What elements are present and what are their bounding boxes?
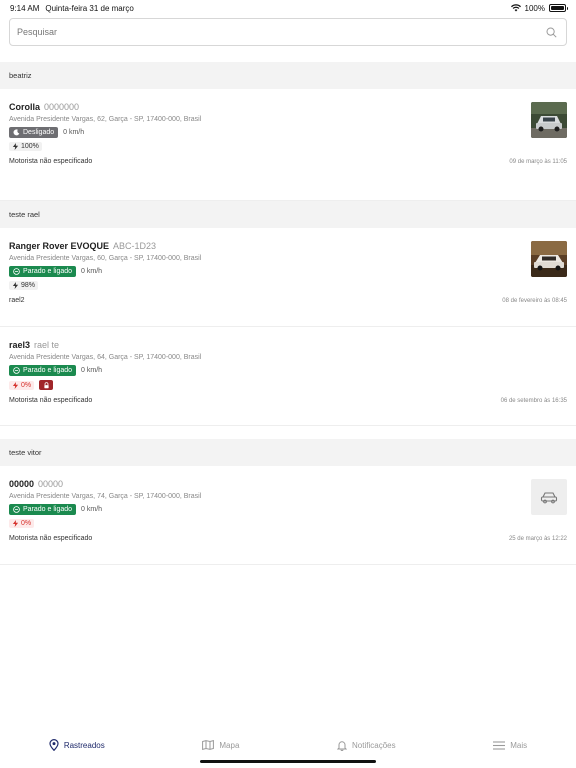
battery-level: 98% xyxy=(9,281,39,290)
vehicle-photo xyxy=(531,102,567,138)
moon-icon xyxy=(13,129,20,136)
car-icon xyxy=(540,492,558,504)
vehicle-name: Ranger Rover EVOQUE xyxy=(9,241,110,251)
tab-label: Notificações xyxy=(352,740,396,750)
status-label: Desligado xyxy=(23,129,55,136)
menu-icon xyxy=(493,740,506,750)
status-label: Parado e ligado xyxy=(23,506,73,513)
wifi-icon xyxy=(510,4,521,12)
vehicle-card[interactable]: 00000 00000 Avenida Presidente Vargas, 7… xyxy=(0,466,576,565)
vehicle-plate: ABC-1D23 xyxy=(113,241,157,251)
vehicle-address: Avenida Presidente Vargas, 64, Garça - S… xyxy=(9,354,202,361)
search-bar[interactable] xyxy=(9,18,567,46)
vehicle-plate: 00000 xyxy=(38,479,64,489)
stop-circle-icon xyxy=(13,506,20,513)
search-icon[interactable] xyxy=(546,27,557,38)
tab-label: Mais xyxy=(510,740,528,750)
group-name: beatriz xyxy=(9,71,32,80)
vehicle-card[interactable]: rael3 rael te Avenida Presidente Vargas,… xyxy=(0,327,576,426)
tab-label: Rastreados xyxy=(63,740,105,750)
home-indicator[interactable] xyxy=(200,760,376,763)
vehicle-name: Corolla xyxy=(9,102,41,112)
status-date: Quinta-feira 31 de março xyxy=(45,3,134,13)
battery-icon xyxy=(549,4,568,12)
group-header: teste vitor xyxy=(0,439,576,466)
battery-percentage: 100% xyxy=(524,3,545,13)
driver-name: rael2 xyxy=(9,297,25,304)
vehicle-name: 00000 xyxy=(9,479,35,489)
group-header: beatriz xyxy=(0,62,576,89)
battery-level: 0% xyxy=(9,380,35,390)
battery-level: 100% xyxy=(9,142,42,151)
tab-label: Mapa xyxy=(219,740,240,750)
status-label: Parado e ligado xyxy=(23,268,73,275)
status-label: Parado e ligado xyxy=(23,367,73,374)
vehicle-name: rael3 xyxy=(9,340,31,350)
status-badge: Parado e ligado xyxy=(9,365,77,376)
battery-value: 98% xyxy=(21,282,36,289)
last-update-time: 09 de março às 11:05 xyxy=(509,158,567,165)
map-icon xyxy=(202,740,215,750)
driver-name: Motorista não especificado xyxy=(9,397,93,404)
vehicle-photo-placeholder xyxy=(531,479,567,515)
vehicle-plate: rael te xyxy=(34,340,60,350)
tab-mais[interactable]: Mais xyxy=(493,741,527,750)
vehicle-address: Avenida Presidente Vargas, 74, Garça - S… xyxy=(9,493,202,500)
status-badge: Desligado xyxy=(9,127,59,138)
vehicle-plate: 0000000 xyxy=(44,102,80,112)
last-update-time: 25 de março às 12:22 xyxy=(508,535,567,542)
tab-notificacoes[interactable]: Notificações xyxy=(337,740,396,751)
vehicle-speed: 0 km/h xyxy=(81,506,103,513)
search-input[interactable] xyxy=(17,27,546,37)
lightning-icon xyxy=(12,381,19,389)
bell-icon xyxy=(337,740,348,751)
lightning-icon xyxy=(12,282,19,289)
battery-level: 0% xyxy=(9,519,35,528)
battery-value: 0% xyxy=(21,381,32,389)
status-badge: Parado e ligado xyxy=(9,266,77,277)
lightning-icon xyxy=(12,143,19,150)
tab-rastreados[interactable]: Rastreados xyxy=(49,739,105,751)
status-time: 9:14 AM xyxy=(10,3,40,13)
status-bar: 9:14 AM Quinta-feira 31 de março 100% xyxy=(0,0,576,16)
vehicle-card[interactable]: Corolla 0000000 Avenida Presidente Varga… xyxy=(0,89,576,201)
tab-mapa[interactable]: Mapa xyxy=(202,740,239,750)
lightning-icon xyxy=(12,520,19,527)
vehicle-speed: 0 km/h xyxy=(81,367,103,374)
group-name: teste rael xyxy=(9,210,40,219)
lock-icon xyxy=(39,380,54,390)
vehicle-address: Avenida Presidente Vargas, 60, Garça - S… xyxy=(9,255,202,262)
stop-circle-icon xyxy=(13,367,20,374)
map-pin-icon xyxy=(49,739,59,751)
status-badge: Parado e ligado xyxy=(9,504,77,515)
vehicle-speed: 0 km/h xyxy=(63,129,85,136)
vehicle-address: Avenida Presidente Vargas, 62, Garça - S… xyxy=(9,116,202,123)
battery-value: 0% xyxy=(21,520,32,527)
battery-value: 100% xyxy=(21,143,39,150)
group-name: teste vitor xyxy=(9,448,42,457)
tab-bar: Rastreados Mapa Notificações Mais xyxy=(0,730,576,760)
last-update-time: 08 de fevereiro às 08:45 xyxy=(502,297,567,304)
group-header: teste rael xyxy=(0,201,576,228)
vehicle-card[interactable]: Ranger Rover EVOQUE ABC-1D23 Avenida Pre… xyxy=(0,228,576,327)
driver-name: Motorista não especificado xyxy=(9,535,93,542)
stop-circle-icon xyxy=(13,268,20,275)
vehicle-photo xyxy=(531,241,567,277)
driver-name: Motorista não especificado xyxy=(9,158,93,165)
vehicle-speed: 0 km/h xyxy=(81,268,103,275)
last-update-time: 06 de setembro às 16:35 xyxy=(500,397,567,404)
